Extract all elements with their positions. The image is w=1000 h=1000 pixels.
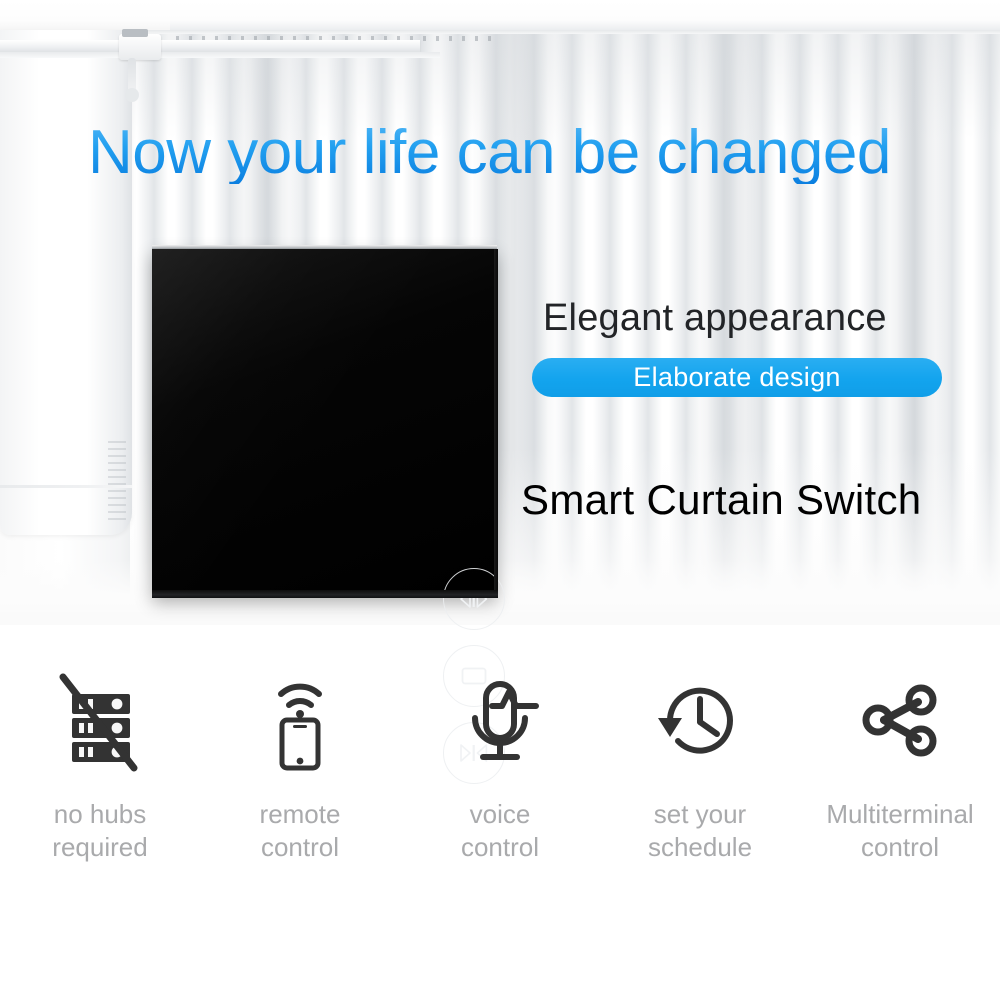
microphone-waveform-icon [472, 681, 539, 760]
curtain-hanger-pulley [125, 88, 139, 102]
feature-item: Multiterminal control [800, 660, 1000, 925]
feature-caption: voice control [460, 799, 540, 863]
icon-wrapper [248, 660, 352, 780]
curtain-rail-lower [0, 52, 440, 58]
rail-carriage [119, 34, 161, 60]
headline: Now your life can be changed [88, 122, 938, 184]
product-title: Smart Curtain Switch [521, 476, 922, 523]
icon-wrapper [648, 660, 752, 780]
badge-label: Elaborate design [633, 362, 841, 392]
badge-pill: Elaborate design [532, 358, 942, 397]
rail-carriage-cap [122, 29, 148, 37]
feature-caption: remote control [259, 799, 341, 863]
feature-item: remote control [200, 660, 400, 925]
panel-bevel-right [494, 249, 498, 597]
ceiling-trim [120, 30, 1000, 34]
icon-wrapper [448, 660, 552, 780]
product-marketing-banner: Now your life can be changed Elegant app… [0, 0, 1000, 1000]
feature-item: no hubs required [0, 660, 200, 925]
feature-caption: no hubs required [52, 799, 148, 863]
server-rack-disabled-icon [59, 673, 138, 772]
feature-row: no hubs required remote control voice co… [0, 660, 1000, 925]
feature-item: voice control [400, 660, 600, 925]
clock-history-icon [658, 687, 733, 754]
curtain-rail [0, 40, 420, 52]
feature-caption: Multiterminal control [826, 799, 974, 863]
icon-wrapper [48, 660, 152, 780]
smart-curtain-switch-panel[interactable] [152, 249, 505, 784]
motor-label-text [108, 440, 126, 520]
share-nodes-icon [862, 684, 937, 757]
phone-wifi-icon [278, 683, 322, 771]
feature-item: set your schedule [600, 660, 800, 925]
icon-wrapper [848, 660, 952, 780]
tagline: Elegant appearance [543, 297, 887, 339]
panel-bevel-bottom [152, 590, 498, 598]
feature-caption: set your schedule [647, 799, 753, 863]
